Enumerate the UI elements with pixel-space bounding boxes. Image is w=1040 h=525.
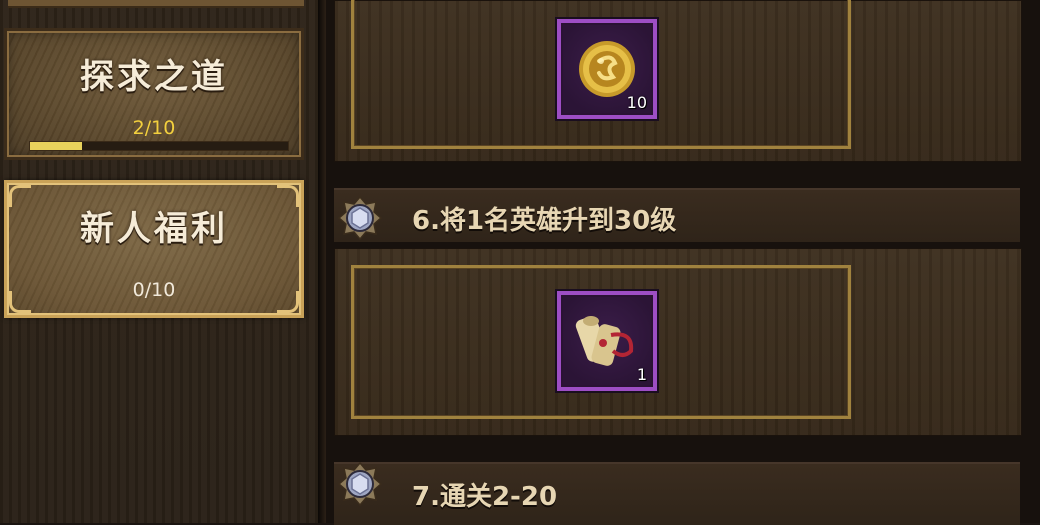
task-title: 6.将1名英雄升到30级: [412, 206, 677, 236]
reward-item-qty: 10: [626, 93, 647, 112]
task-medal-icon: [338, 462, 382, 506]
tab-explore-path-progress: [29, 141, 289, 151]
tab-newbie-welfare[interactable]: 新人福利 0/10: [4, 180, 304, 318]
category-sidebar: 探求之道 2/10 新人福利 0/10: [0, 0, 318, 523]
reward-item-scroll[interactable]: 1: [557, 291, 657, 391]
previous-tab-edge[interactable]: [8, 0, 304, 8]
task-title: 7.通关2-20: [412, 482, 558, 512]
reward-panel: 1: [334, 248, 1022, 436]
reward-panel: 10: [334, 0, 1022, 162]
progress-fill: [30, 142, 82, 150]
task-medal-icon: [338, 196, 382, 240]
tab-newbie-welfare-label: 新人福利: [80, 209, 228, 249]
tab-explore-path-count: 2/10: [132, 117, 176, 139]
reward-item-qty: 1: [636, 365, 647, 384]
divider: [318, 0, 326, 523]
tab-newbie-welfare-count: 0/10: [132, 279, 176, 301]
tab-explore-path[interactable]: 探求之道 2/10: [4, 28, 304, 160]
reward-item-gold-coin[interactable]: 10: [557, 19, 657, 119]
tab-explore-path-label: 探求之道: [80, 57, 228, 97]
